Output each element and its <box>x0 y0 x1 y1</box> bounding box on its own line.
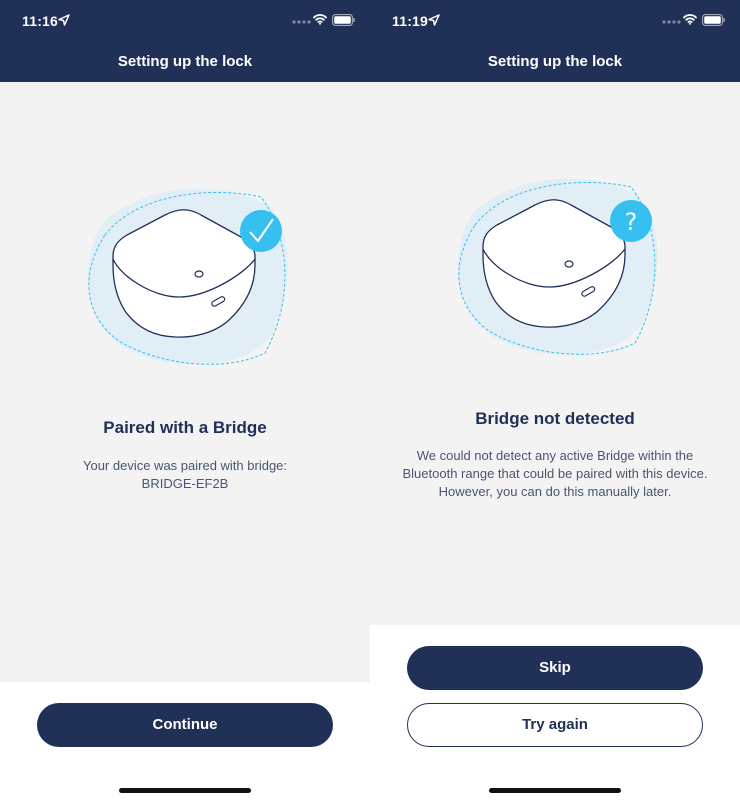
battery-icon <box>702 14 725 26</box>
bottom-panel: Continue <box>0 682 370 800</box>
home-indicator <box>119 788 251 793</box>
continue-button[interactable]: Continue <box>37 703 333 747</box>
status-description: Your device was paired with bridge: BRID… <box>20 457 350 493</box>
status-time: 11:16 <box>22 13 59 29</box>
bottom-panel: Skip Try again <box>370 625 740 800</box>
question-mark-icon: ? <box>610 200 652 242</box>
bridge-illustration: ? <box>457 178 658 355</box>
location-arrow-icon <box>58 14 70 26</box>
status-time: 11:19 <box>392 13 429 29</box>
bridge-name: BRIDGE-EF2B <box>141 476 229 491</box>
wifi-icon <box>313 14 327 25</box>
screen-not-detected: 11:19 Setting up the lock ? Bridge not d… <box>370 0 740 800</box>
try-again-button[interactable]: Try again <box>407 703 703 747</box>
location-arrow-icon <box>428 14 440 26</box>
status-heading: Bridge not detected <box>475 409 635 428</box>
screen-paired: 11:16 Setting up the lock Paired with a … <box>0 0 370 800</box>
page-title: Setting up the lock <box>117 53 253 70</box>
description-line: We could not detect any active Bridge wi… <box>416 448 694 463</box>
header: 11:16 Setting up the lock <box>0 0 370 82</box>
status-description: We could not detect any active Bridge wi… <box>390 447 720 501</box>
signal-dots-icon <box>662 20 681 24</box>
header: 11:19 Setting up the lock <box>370 0 740 82</box>
signal-dots-icon <box>292 20 311 24</box>
bridge-illustration <box>87 188 288 365</box>
home-indicator <box>489 788 621 793</box>
skip-button[interactable]: Skip <box>407 646 703 690</box>
question-mark-glyph: ? <box>625 208 638 236</box>
checkmark-icon <box>240 210 282 252</box>
description-line: However, you can do this manually later. <box>438 484 672 499</box>
wifi-icon <box>683 14 697 25</box>
description-line: Bluetooth range that could be paired wit… <box>402 466 708 481</box>
page-title: Setting up the lock <box>487 53 623 70</box>
battery-icon <box>332 14 355 26</box>
status-heading: Paired with a Bridge <box>103 418 267 437</box>
description-line: Your device was paired with bridge: <box>82 458 288 473</box>
